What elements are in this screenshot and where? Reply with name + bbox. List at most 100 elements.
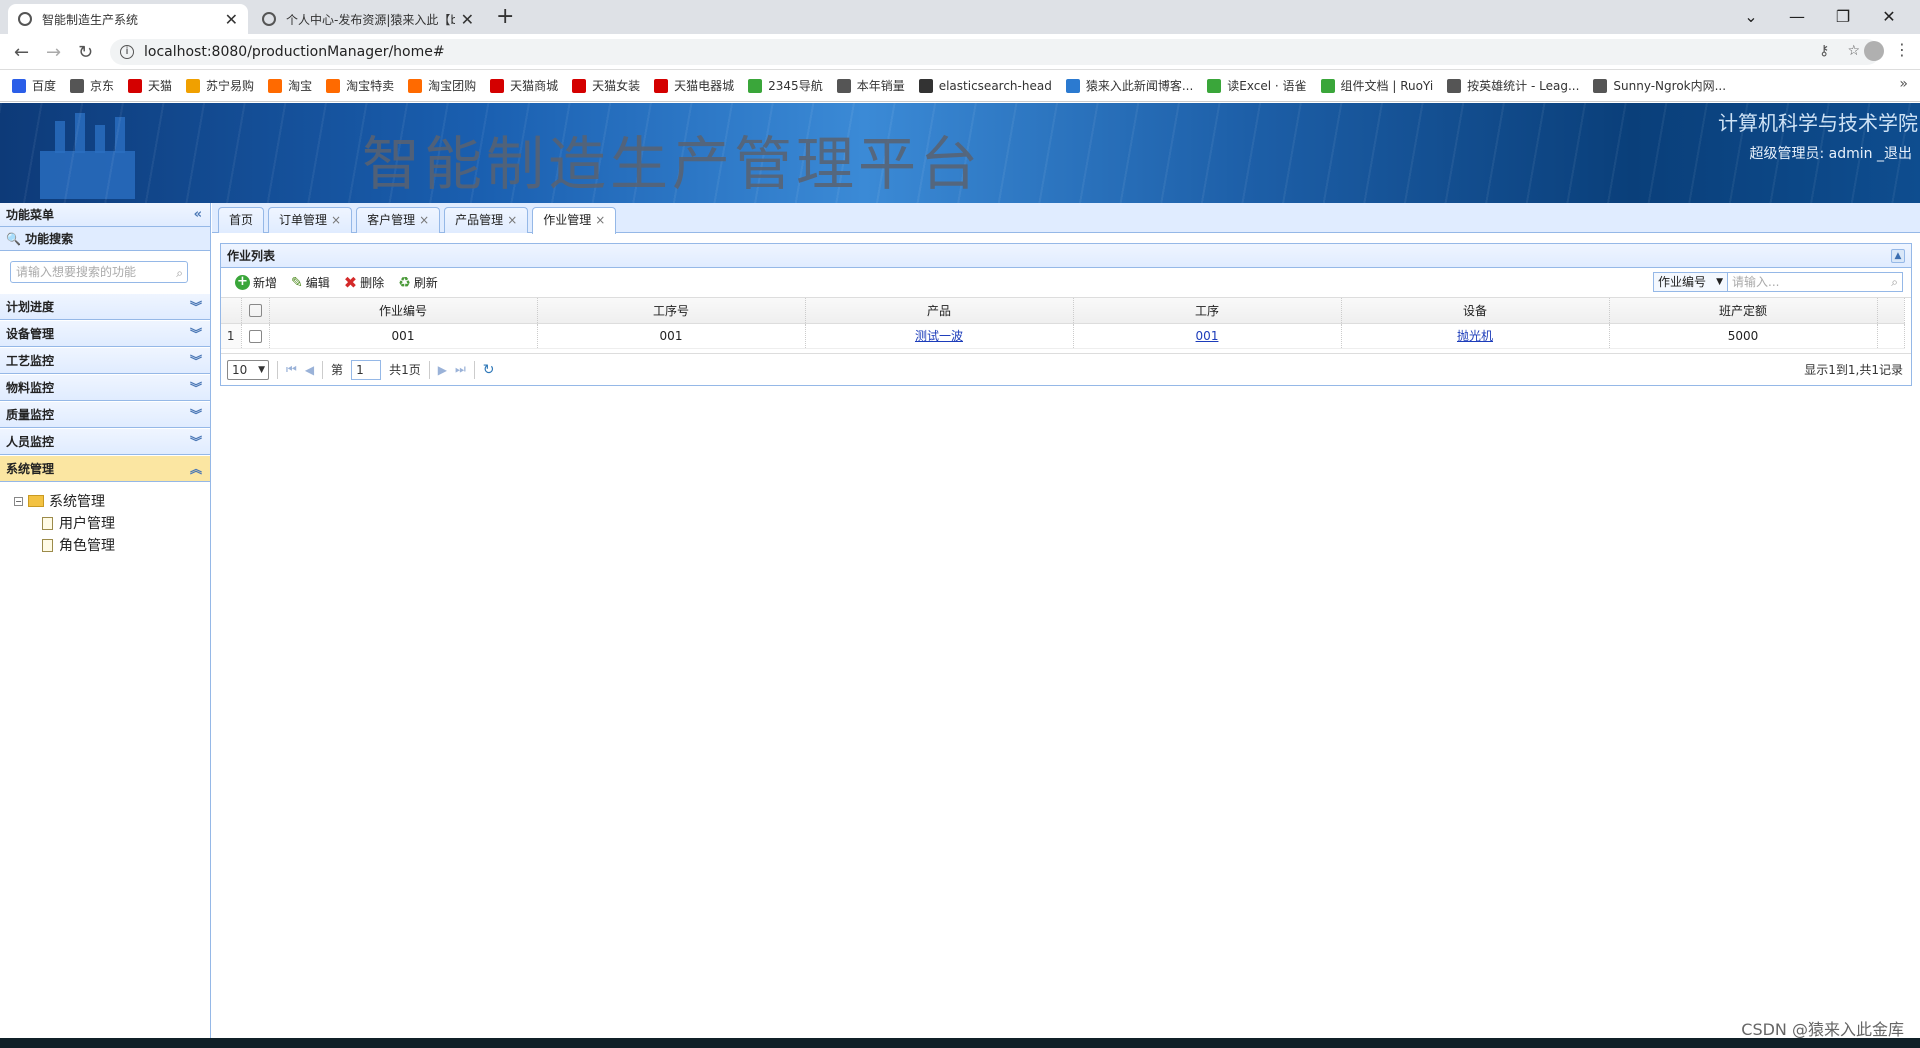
sidebar-section[interactable]: 质量监控 ︾	[0, 401, 210, 428]
prev-page-icon[interactable]: ◀	[305, 363, 314, 377]
collapse-panel-icon[interactable]: ▲	[1891, 249, 1905, 263]
browser-tab-title: 个人中心-发布资源|猿来入此【bi	[286, 12, 455, 27]
bookmark-item[interactable]: Sunny-Ngrok内网...	[1593, 77, 1726, 94]
process-link[interactable]: 001	[1196, 329, 1219, 343]
browser-tab-active[interactable]: 智能制造生产系统 ✕	[8, 4, 248, 34]
bookmark-item[interactable]: 淘宝团购	[408, 77, 476, 94]
search-field-select[interactable]: 作业编号 ▼	[1653, 272, 1727, 292]
reload-button[interactable]: ↻	[78, 42, 93, 63]
key-icon[interactable]: ⚷	[1819, 43, 1829, 59]
bookmark-icon	[186, 78, 201, 93]
sidebar-section[interactable]: 物料监控 ︾	[0, 374, 210, 401]
collapse-sidebar-icon[interactable]: «	[194, 203, 202, 227]
bookmark-item[interactable]: 淘宝特卖	[326, 77, 394, 94]
bookmark-item[interactable]: 天猫商城	[490, 77, 558, 94]
close-icon[interactable]: ×	[507, 213, 517, 227]
next-page-icon[interactable]: ▶	[438, 363, 447, 377]
delete-button[interactable]: ✖ 删除	[344, 273, 384, 292]
tree-item-role-management[interactable]: 角色管理	[14, 534, 210, 556]
bookmark-item[interactable]: 猿来入此新闻博客...	[1065, 77, 1193, 94]
column-header[interactable]: 班产定额	[1609, 298, 1878, 324]
profile-avatar[interactable]	[1864, 41, 1884, 61]
bookmark-item[interactable]: 百度	[12, 77, 56, 94]
site-info-icon[interactable]: i	[120, 45, 134, 59]
forward-button[interactable]: →	[46, 42, 61, 63]
first-page-icon[interactable]: ⏮	[286, 362, 297, 377]
bookmark-icon	[1065, 78, 1080, 93]
dropdown-arrow-icon: ▼	[258, 364, 265, 375]
new-tab-button[interactable]: +	[496, 4, 514, 29]
product-link[interactable]: 测试一波	[915, 329, 963, 343]
dropdown-arrow-icon: ▼	[1716, 277, 1723, 287]
column-header[interactable]: 工序号	[537, 298, 806, 324]
bookmark-item[interactable]: 按英雄统计 - Leag...	[1447, 77, 1579, 94]
search-icon[interactable]: ⌕	[1891, 273, 1898, 291]
accordion-menu: 计划进度 ︾ 设备管理 ︾ 工艺监控 ︾ 物料监控 ︾ 质量监控 ︾ 人员监控 ︾ 系统管理 ︽	[0, 293, 210, 482]
tab-home[interactable]: 首页	[218, 207, 265, 233]
row-checkbox[interactable]	[248, 329, 262, 343]
sidebar-section[interactable]: 系统管理 ︽	[0, 455, 210, 482]
bookmark-item[interactable]: 天猫电器城	[654, 77, 734, 94]
star-icon[interactable]: ☆	[1847, 43, 1860, 59]
bookmark-item[interactable]: 天猫	[128, 77, 172, 94]
close-icon[interactable]: ×	[419, 213, 429, 227]
bookmark-item[interactable]: 组件文档 | RuoYi	[1320, 77, 1433, 94]
page-size-select[interactable]: 10 ▼	[227, 359, 269, 380]
table-row[interactable]: 1 001 001 测试一波 001 抛光机 5000	[221, 323, 1905, 349]
close-window-button[interactable]: ✕	[1866, 4, 1912, 30]
bookmark-item[interactable]: 苏宁易购	[186, 77, 254, 94]
bookmark-item[interactable]: 京东	[70, 77, 114, 94]
header-spacer	[1877, 298, 1905, 324]
bookmark-item[interactable]: 读Excel · 语雀	[1207, 77, 1307, 94]
bookmark-item[interactable]: 本年销量	[836, 77, 905, 94]
browser-menu-icon[interactable]: ⋮	[1894, 40, 1910, 59]
reload-icon[interactable]: ↻	[483, 362, 495, 378]
bookmark-item[interactable]: 淘宝	[268, 77, 312, 94]
url-field[interactable]: i localhost:8080/productionManager/home#	[110, 39, 1880, 65]
tree-item-user-management[interactable]: 用户管理	[14, 512, 210, 534]
bookmark-label: 百度	[32, 79, 57, 93]
maximize-button[interactable]: ❐	[1820, 4, 1866, 30]
close-tab-icon[interactable]: ✕	[225, 10, 238, 29]
column-header[interactable]: 产品	[805, 298, 1074, 324]
more-bookmarks-icon[interactable]: »	[1899, 76, 1908, 92]
tab-label: 订单管理	[279, 213, 328, 227]
tab-jobs[interactable]: 作业管理 ×	[532, 207, 617, 234]
tab-search-icon[interactable]: ⌄	[1728, 4, 1774, 30]
last-page-icon[interactable]: ⏭	[455, 362, 466, 377]
content-tabs: 首页 订单管理 × 客户管理 × 产品管理 × 作业管理 ×	[212, 203, 1920, 234]
sidebar-section[interactable]: 工艺监控 ︾	[0, 347, 210, 374]
close-tab-icon[interactable]: ✕	[461, 10, 474, 29]
function-search-input[interactable]: 请输入想要搜索的功能 ⌕	[10, 261, 188, 283]
user-info-logout[interactable]: 超级管理员: admin _退出	[1750, 143, 1912, 163]
sidebar-section[interactable]: 人员监控 ︾	[0, 428, 210, 455]
collapse-node-icon[interactable]: −	[14, 496, 23, 506]
tab-customers[interactable]: 客户管理 ×	[356, 207, 441, 233]
panel-title: 作业列表	[227, 249, 276, 263]
back-button[interactable]: ←	[14, 42, 29, 63]
minimize-button[interactable]: —	[1774, 4, 1820, 30]
bookmark-item[interactable]: 2345导航	[748, 77, 823, 94]
tree-item-label: 用户管理	[59, 516, 115, 532]
column-header[interactable]: 作业编号	[269, 298, 538, 324]
tab-products[interactable]: 产品管理 ×	[444, 207, 529, 233]
device-link[interactable]: 抛光机	[1457, 329, 1493, 343]
column-header[interactable]: 设备	[1341, 298, 1610, 324]
add-button[interactable]: + 新增	[235, 274, 277, 291]
close-icon[interactable]: ×	[331, 213, 341, 227]
page-number-input[interactable]: 1	[351, 359, 382, 380]
grid-search-input[interactable]: 请输入... ⌕	[1727, 272, 1903, 292]
tab-orders[interactable]: 订单管理 ×	[268, 207, 353, 233]
browser-tab-inactive[interactable]: 个人中心-发布资源|猿来入此【bi ✕	[252, 4, 484, 34]
sidebar-section[interactable]: 计划进度 ︾	[0, 293, 210, 320]
select-all-checkbox[interactable]	[248, 304, 262, 318]
column-header[interactable]: 工序	[1073, 298, 1342, 324]
sidebar-section[interactable]: 设备管理 ︾	[0, 320, 210, 347]
tree-node-root[interactable]: − 系统管理	[14, 490, 210, 512]
refresh-button[interactable]: ♻ 刷新	[398, 274, 438, 291]
bookmark-item[interactable]: 天猫女装	[572, 77, 640, 94]
bookmark-item[interactable]: elasticsearch-head	[918, 78, 1052, 93]
search-icon[interactable]: ⌕	[176, 263, 183, 283]
edit-button[interactable]: ✎ 编辑	[291, 274, 330, 291]
close-icon[interactable]: ×	[595, 213, 605, 227]
